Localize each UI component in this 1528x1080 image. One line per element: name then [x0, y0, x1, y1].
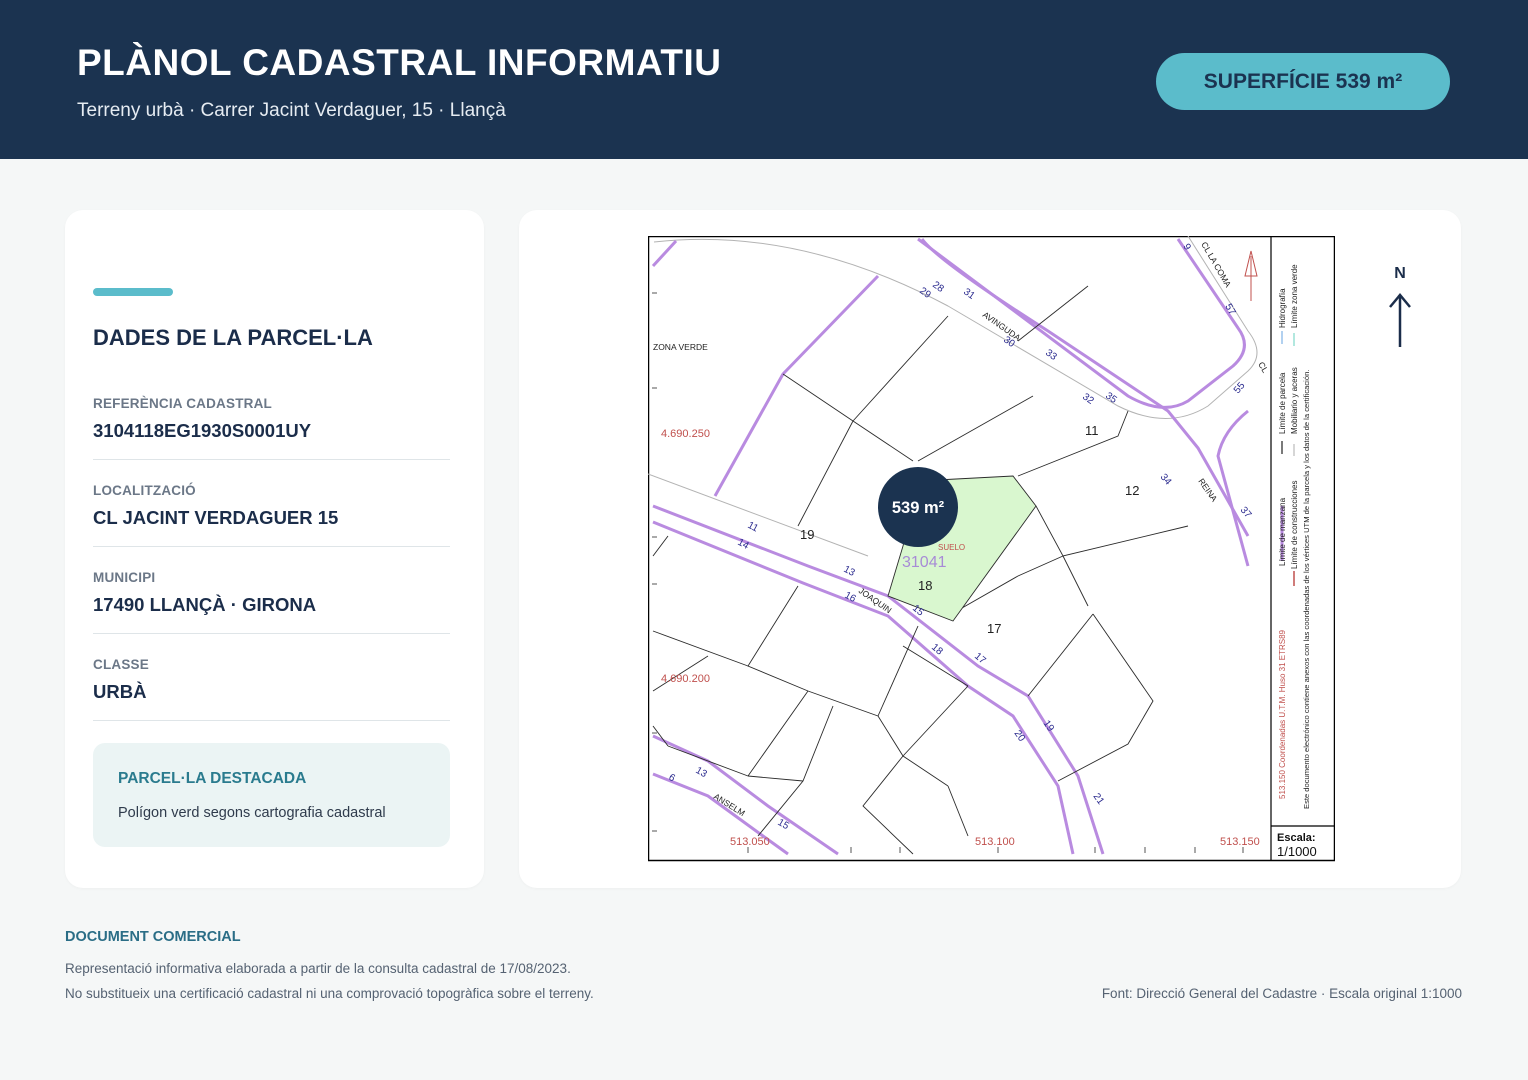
footer-line-2: No substitueix una certificació cadastra…	[65, 986, 594, 1001]
block-number: 11	[1085, 423, 1099, 438]
field-cadastral-reference: REFERÈNCIA CADASTRAL 3104118EG1930S0001U…	[93, 396, 450, 460]
highlight-box: PARCEL·LA DESTACADA Polígon verd segons …	[93, 743, 450, 847]
coord-y-top: 4.690.250	[661, 428, 710, 440]
coord-y-bottom: 4.690.200	[661, 673, 710, 685]
divider	[93, 459, 450, 460]
divider	[93, 633, 450, 634]
field-location: LOCALITZACIÓ CL JACINT VERDAGUER 15	[93, 483, 450, 547]
field-municipality: MUNICIPI 17490 LLANÇÀ · GIRONA	[93, 570, 450, 634]
block-number: 12	[1125, 483, 1139, 498]
area-marker-label: 539 m²	[892, 499, 945, 517]
field-value: CL JACINT VERDAGUER 15	[93, 507, 339, 528]
parcel-data-panel: DADES DE LA PARCEL·LA REFERÈNCIA CADASTR…	[65, 210, 484, 888]
field-value: 17490 LLANÇÀ · GIRONA	[93, 594, 317, 615]
page-header: PLÀNOL CADASTRAL INFORMATIU Terreny urbà…	[0, 0, 1528, 159]
coord-x-right: 513.150	[1220, 836, 1260, 848]
coord-x-left: 513.050	[730, 836, 770, 848]
legend-note-text: Este documento electrónico contiene anex…	[1302, 370, 1311, 809]
legend-mobiliario-text: Mobiliario y aceras	[1290, 367, 1299, 434]
legend-coords-text: 513.150 Coordenadas U.T.M. Huso 31 ETRS8…	[1278, 629, 1287, 799]
accent-bar	[93, 288, 173, 296]
cadastral-map: ZONA VERDE 4.690.250 4.690.200 513.050 5…	[648, 236, 1335, 862]
field-label: MUNICIPI	[93, 570, 156, 585]
footer-title: DOCUMENT COMERCIAL	[65, 929, 241, 945]
panel-title: DADES DE LA PARCEL·LA	[93, 325, 373, 350]
legend-zona-verde-text: Límite zona verde	[1290, 264, 1299, 328]
field-label: CLASSE	[93, 657, 149, 672]
page-title: PLÀNOL CADASTRAL INFORMATIU	[77, 42, 722, 83]
field-value: URBÀ	[93, 681, 147, 702]
area-badge: SUPERFÍCIE 539 m²	[1156, 53, 1450, 110]
coord-x-mid: 513.100	[975, 836, 1015, 848]
legend-manzana-text: Límite de manzana	[1278, 497, 1287, 566]
block-number: 19	[800, 527, 814, 542]
parcel-number: 18	[918, 578, 932, 593]
parcel-id-label: 31041	[902, 554, 947, 571]
legend-construcciones-text: Límite de construcciones	[1290, 481, 1299, 570]
page-subtitle: Terreny urbà · Carrer Jacint Verdaguer, …	[77, 100, 506, 121]
zona-verde-label: ZONA VERDE	[653, 342, 708, 352]
suelo-label: SUELO	[938, 543, 965, 552]
cadastral-map-svg: ZONA VERDE 4.690.250 4.690.200 513.050 5…	[648, 236, 1335, 862]
block-number: 17	[987, 621, 1001, 636]
highlight-title: PARCEL·LA DESTACADA	[118, 770, 307, 787]
highlight-text: Polígon verd segons cartografia cadastra…	[118, 805, 386, 821]
north-label: N	[1394, 265, 1406, 282]
footer-source: Font: Direcció General del Cadastre · Es…	[1101, 986, 1462, 1001]
divider	[93, 546, 450, 547]
field-class: CLASSE URBÀ	[93, 657, 450, 721]
scale-value: 1/1000	[1277, 844, 1317, 859]
map-panel: ZONA VERDE 4.690.250 4.690.200 513.050 5…	[519, 210, 1461, 888]
legend-parcela-text: Límite de parcela	[1278, 372, 1287, 434]
footer-line-1: Representació informativa elaborada a pa…	[65, 961, 571, 976]
field-label: LOCALITZACIÓ	[93, 483, 196, 498]
field-value: 3104118EG1930S0001UY	[93, 420, 312, 441]
north-arrow-icon	[1389, 293, 1411, 347]
legend-hidrografia-text: Hidrografía	[1278, 288, 1287, 328]
field-label: REFERÈNCIA CADASTRAL	[93, 396, 272, 411]
divider	[93, 720, 450, 721]
scale-label: Escala:	[1277, 832, 1316, 844]
north-indicator: N	[1385, 265, 1415, 355]
area-marker: 539 m²	[878, 467, 958, 547]
